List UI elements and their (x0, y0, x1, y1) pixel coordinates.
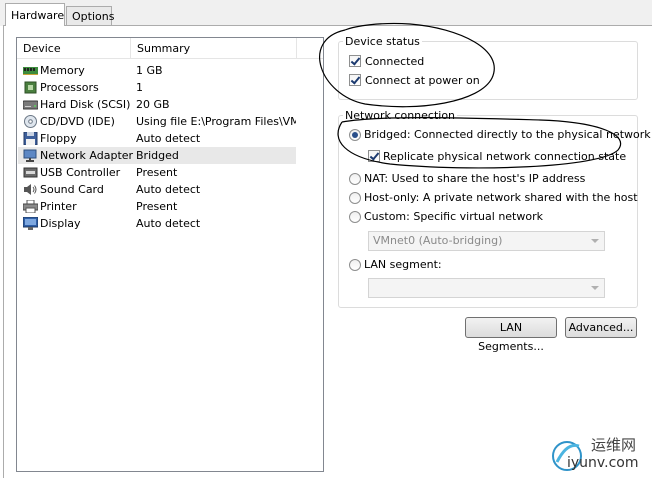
device-name: Memory (40, 64, 85, 77)
network-connection-title: Network connection (343, 109, 458, 122)
device-status-title: Device status (343, 35, 422, 48)
host-only-radio[interactable] (349, 192, 361, 204)
device-name: Sound Card (40, 183, 104, 196)
nat-label[interactable]: NAT: Used to share the host's IP address (364, 172, 585, 186)
device-row-display[interactable]: Display Auto detect (18, 215, 296, 232)
tab-hardware[interactable]: Hardware (5, 3, 65, 26)
lan-segment-label[interactable]: LAN segment: (364, 258, 442, 272)
list-header: Device Summary (17, 38, 323, 59)
device-row-network-adapter[interactable]: Network Adapter Bridged (18, 147, 296, 164)
watermark-text-url: iyunv.com (567, 455, 639, 471)
connected-label[interactable]: Connected (365, 55, 424, 69)
lan-segments-button[interactable]: LAN Segments... (465, 317, 557, 353)
connect-at-power-on-label[interactable]: Connect at power on (365, 74, 480, 88)
device-summary: Using file E:\Program Files\VM... (136, 115, 296, 128)
connected-checkbox[interactable] (349, 55, 361, 67)
replicate-state-label[interactable]: Replicate physical network connection st… (383, 150, 626, 164)
hard-disk-icon (23, 100, 38, 110)
watermark-text-cn: 运维网 (591, 436, 637, 454)
device-row-floppy[interactable]: Floppy Auto detect (18, 130, 296, 147)
custom-vmnet-select[interactable]: VMnet0 (Auto-bridging) (368, 231, 605, 251)
lan-segment-select[interactable] (368, 278, 605, 298)
sound-icon (24, 184, 37, 195)
cd-dvd-icon (24, 115, 37, 128)
device-row-hard-disk[interactable]: Hard Disk (SCSI) 20 GB (18, 96, 296, 113)
device-name: CD/DVD (IDE) (40, 115, 115, 128)
device-summary: Present (136, 166, 178, 179)
device-summary: 20 GB (136, 98, 170, 111)
chevron-down-icon (591, 239, 599, 243)
chevron-down-icon (591, 286, 599, 290)
bridged-label[interactable]: Bridged: Connected directly to the physi… (364, 128, 651, 142)
device-name: Network Adapter (40, 149, 134, 162)
device-summary: Present (136, 200, 178, 213)
device-summary: Auto detect (136, 217, 201, 230)
floppy-icon (23, 132, 38, 145)
device-summary: Auto detect (136, 183, 201, 196)
device-name: Hard Disk (SCSI) (40, 98, 131, 111)
device-row-printer[interactable]: Printer Present (18, 198, 296, 215)
custom-radio[interactable] (349, 211, 361, 223)
memory-icon (23, 67, 38, 75)
device-name: USB Controller (40, 166, 121, 179)
device-name: Processors (40, 81, 99, 94)
watermark: 运维网 iyunv.com (545, 432, 652, 478)
device-name: Floppy (40, 132, 77, 145)
device-summary: 1 GB (136, 64, 163, 77)
device-summary: Auto detect (136, 132, 201, 145)
device-row-sound-card[interactable]: Sound Card Auto detect (18, 181, 296, 198)
device-row-processors[interactable]: Processors 1 (18, 79, 296, 96)
device-row-cd-dvd[interactable]: CD/DVD (IDE) Using file E:\Program Files… (18, 113, 296, 130)
device-row-memory[interactable]: Memory 1 GB (18, 62, 296, 79)
nat-radio[interactable] (349, 173, 361, 185)
tab-strip: Hardware Options (0, 0, 652, 26)
display-icon (23, 217, 38, 230)
usb-icon (23, 167, 38, 178)
device-name: Display (40, 217, 81, 230)
connect-at-power-on-checkbox[interactable] (349, 74, 361, 86)
device-row-usb-controller[interactable]: USB Controller Present (18, 164, 296, 181)
host-only-label[interactable]: Host-only: A private network shared with… (364, 191, 638, 205)
device-list[interactable]: Device Summary Memory 1 GB Processors 1 … (16, 37, 324, 472)
advanced-button[interactable]: Advanced... (565, 317, 637, 338)
printer-icon (23, 200, 38, 213)
device-name: Printer (40, 200, 77, 213)
device-summary: 1 (136, 81, 143, 94)
column-header-device[interactable]: Device (17, 38, 131, 59)
replicate-state-checkbox[interactable] (368, 150, 380, 162)
custom-vmnet-value: VMnet0 (Auto-bridging) (373, 234, 503, 247)
tab-options[interactable]: Options (66, 6, 114, 25)
device-status-group (338, 41, 638, 100)
bridged-radio[interactable] (349, 129, 361, 141)
device-summary: Bridged (136, 149, 179, 162)
lan-segment-radio[interactable] (349, 259, 361, 271)
column-header-summary[interactable]: Summary (131, 38, 297, 59)
custom-label[interactable]: Custom: Specific virtual network (364, 210, 543, 224)
network-adapter-icon (23, 149, 37, 162)
processor-icon (24, 81, 37, 94)
